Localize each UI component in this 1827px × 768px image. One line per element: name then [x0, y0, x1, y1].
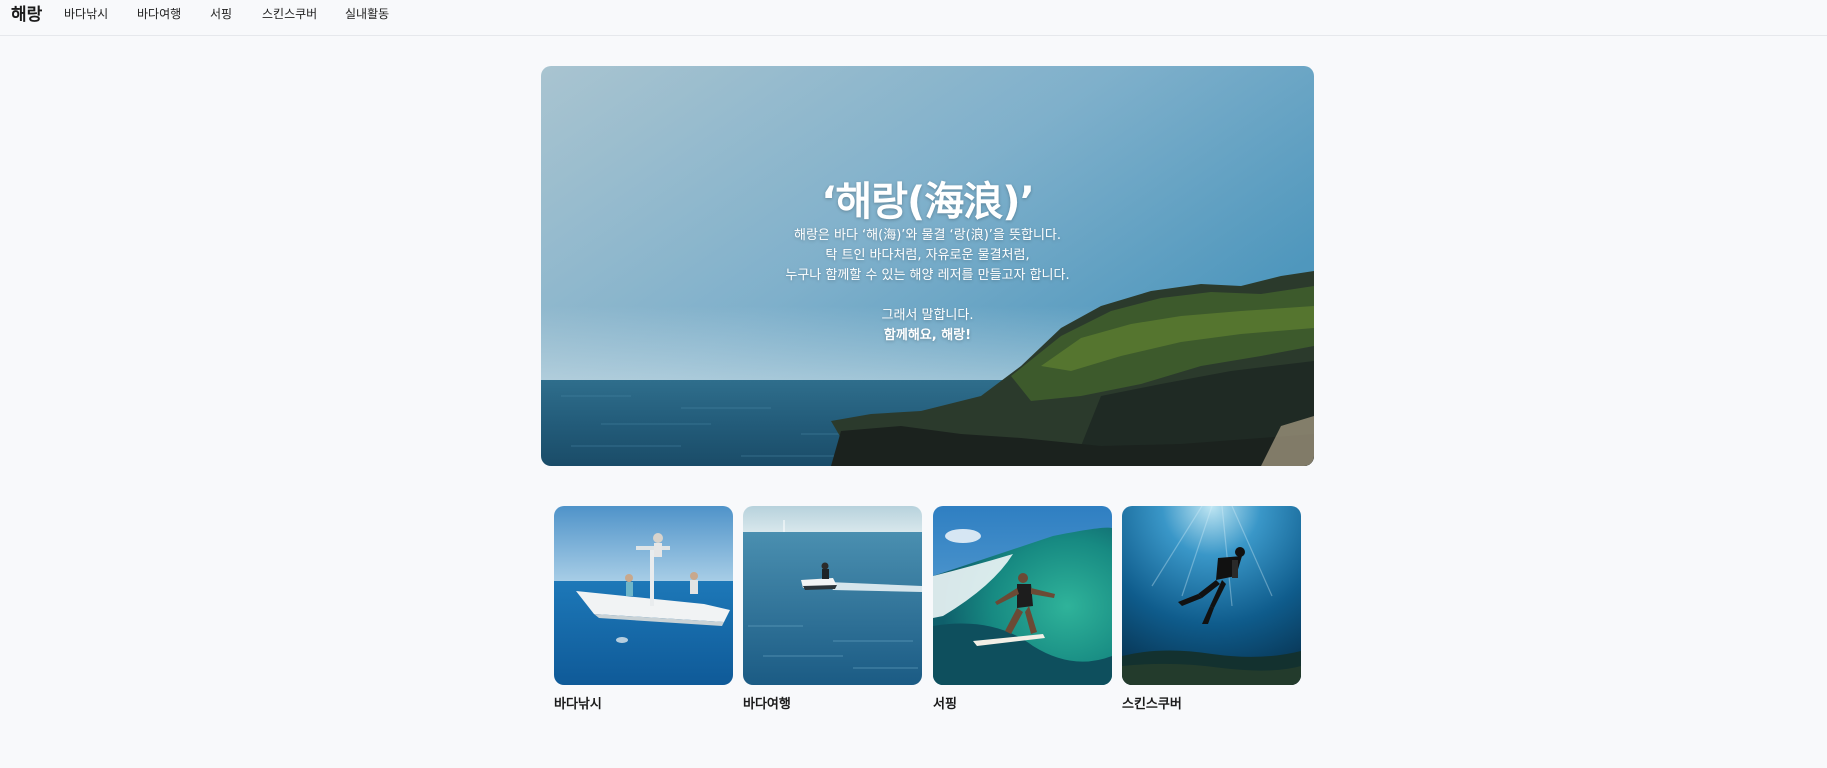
card-label-surfing: 서핑 — [933, 697, 957, 712]
card-fishing[interactable]: 바다낚시 — [554, 506, 733, 714]
hero-slogan: 함께해요, 해랑! — [883, 328, 972, 343]
surfing-image — [933, 506, 1112, 685]
fishing-boat-image — [554, 506, 733, 685]
hero-line-1: 해랑은 바다 ‘해(海)’와 물결 ‘랑(浪)’을 뜻합니다. — [793, 228, 1061, 243]
nav-item-surfing[interactable]: 서핑 — [210, 6, 232, 22]
card-surfing[interactable]: 서핑 — [933, 506, 1112, 714]
brand-logo[interactable]: 해랑 — [11, 4, 42, 26]
nav-item-scuba[interactable]: 스킨스쿠버 — [262, 6, 317, 22]
card-label-scuba: 스킨스쿠버 — [1122, 697, 1182, 712]
scuba-diver-image — [1122, 506, 1301, 685]
card-scuba[interactable]: 스킨스쿠버 — [1122, 506, 1301, 714]
hero-line-3: 누구나 함께할 수 있는 해양 레저를 만들고자 합니다. — [785, 268, 1070, 283]
hero-banner: ‘해랑(海浪)’ 해랑은 바다 ‘해(海)’와 물결 ‘랑(浪)’을 뜻합니다.… — [541, 66, 1314, 466]
hero-text: ‘해랑(海浪)’ 해랑은 바다 ‘해(海)’와 물결 ‘랑(浪)’을 뜻합니다.… — [541, 178, 1314, 346]
hero-spacer — [541, 286, 1314, 306]
card-label-fishing: 바다낚시 — [554, 697, 602, 712]
jet-ski-image — [743, 506, 922, 685]
nav-item-indoor[interactable]: 실내활동 — [345, 6, 389, 22]
card-label-sea-travel: 바다여행 — [743, 697, 791, 712]
top-navigation: 해랑 바다낚시 바다여행 서핑 스킨스쿠버 실내활동 — [0, 0, 1827, 36]
hero-line-2: 탁 트인 바다처럼, 자유로운 물결처럼, — [825, 248, 1030, 263]
hero-line-4: 그래서 말합니다. — [881, 308, 974, 323]
hero-title: ‘해랑(海浪)’ — [821, 179, 1035, 225]
card-sea-travel[interactable]: 바다여행 — [743, 506, 922, 714]
nav-item-sea-travel[interactable]: 바다여행 — [137, 6, 181, 22]
nav-item-fishing[interactable]: 바다낚시 — [64, 6, 108, 22]
